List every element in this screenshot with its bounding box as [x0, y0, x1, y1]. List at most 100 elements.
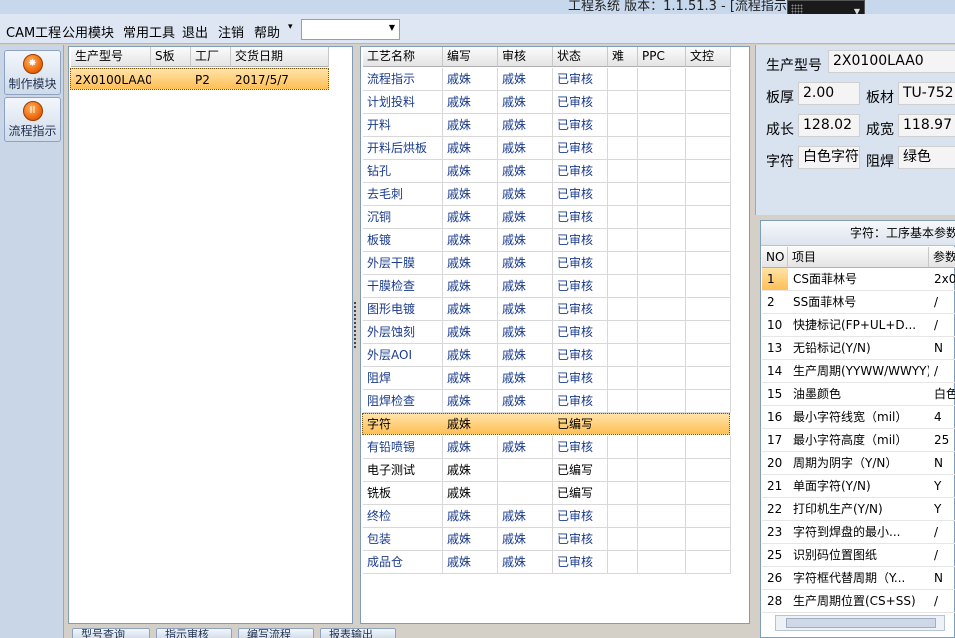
make-module-button[interactable]: ✸ 制作模块: [4, 50, 61, 95]
process-cell[interactable]: 已审核: [553, 206, 608, 229]
param-cell[interactable]: 生产周期(YYWW/WWYY): [788, 360, 929, 383]
param-cell[interactable]: 字符框代替周期（Y...: [788, 567, 929, 590]
col-author[interactable]: 编写: [443, 47, 498, 67]
process-cell[interactable]: 戚姝: [443, 114, 498, 137]
param-row[interactable]: 26: [762, 567, 788, 590]
process-cell[interactable]: [638, 68, 686, 91]
process-cell[interactable]: [608, 298, 638, 321]
process-cell[interactable]: [638, 114, 686, 137]
process-cell[interactable]: [686, 459, 731, 482]
process-cell[interactable]: [638, 436, 686, 459]
param-cell[interactable]: 无铅标记(Y/N): [788, 337, 929, 360]
process-cell[interactable]: [638, 482, 686, 505]
param-cell[interactable]: /: [929, 544, 955, 567]
param-cell[interactable]: Y: [929, 475, 955, 498]
process-cell[interactable]: [608, 229, 638, 252]
process-row[interactable]: 外层蚀刻: [363, 321, 443, 344]
process-cell[interactable]: [638, 459, 686, 482]
param-cell[interactable]: /: [929, 590, 955, 613]
col-s[interactable]: S板: [151, 47, 191, 67]
param-row[interactable]: 25: [762, 544, 788, 567]
mask-field[interactable]: 绿色: [898, 146, 955, 169]
process-cell[interactable]: 已审核: [553, 252, 608, 275]
instruction-review-button[interactable]: 指示审核: [156, 628, 232, 638]
process-cell[interactable]: 已审核: [553, 160, 608, 183]
param-row[interactable]: 23: [762, 521, 788, 544]
process-cell[interactable]: 已审核: [553, 528, 608, 551]
process-cell[interactable]: [608, 436, 638, 459]
process-cell[interactable]: 戚姝: [443, 551, 498, 574]
col-model[interactable]: 生产型号: [71, 47, 151, 67]
process-cell[interactable]: 戚姝: [498, 91, 553, 114]
process-row[interactable]: 有铅喷锡: [363, 436, 443, 459]
process-cell[interactable]: 戚姝: [498, 183, 553, 206]
menu-common-module[interactable]: 公用模块: [62, 22, 114, 41]
process-cell[interactable]: [638, 413, 686, 436]
process-cell[interactable]: [498, 459, 553, 482]
material-field[interactable]: TU-752: [898, 82, 955, 105]
param-cell[interactable]: 识别码位置图纸: [788, 544, 929, 567]
process-cell[interactable]: 已审核: [553, 505, 608, 528]
process-cell[interactable]: [686, 436, 731, 459]
process-cell[interactable]: 戚姝: [443, 206, 498, 229]
process-cell[interactable]: 戚姝: [498, 390, 553, 413]
process-cell[interactable]: [608, 68, 638, 91]
process-cell[interactable]: 已审核: [553, 298, 608, 321]
param-cell[interactable]: /: [929, 314, 955, 337]
process-row[interactable]: 包装: [363, 528, 443, 551]
process-cell[interactable]: 戚姝: [443, 229, 498, 252]
process-cell[interactable]: [686, 252, 731, 275]
process-cell[interactable]: 已审核: [553, 183, 608, 206]
param-row[interactable]: 17: [762, 429, 788, 452]
col-process-name[interactable]: 工艺名称: [363, 47, 443, 67]
table-row[interactable]: 2X0100LAA0 P2 2017/5/7: [70, 68, 329, 90]
process-cell[interactable]: [638, 528, 686, 551]
process-cell[interactable]: 戚姝: [498, 275, 553, 298]
menu-overflow-icon[interactable]: ▾: [288, 22, 293, 32]
process-cell[interactable]: [498, 413, 553, 436]
process-cell[interactable]: 戚姝: [443, 183, 498, 206]
process-cell[interactable]: 已审核: [553, 551, 608, 574]
process-row[interactable]: 阻焊: [363, 367, 443, 390]
col-doc-control[interactable]: 文控: [686, 47, 731, 67]
process-row[interactable]: 字符: [363, 413, 443, 436]
report-output-button[interactable]: 报表输出: [320, 628, 396, 638]
param-cell[interactable]: 油墨颜色: [788, 383, 929, 406]
process-instruction-button[interactable]: II 流程指示: [4, 97, 61, 142]
col-ppc[interactable]: PPC: [638, 47, 686, 67]
process-cell[interactable]: [608, 206, 638, 229]
process-cell[interactable]: [638, 160, 686, 183]
process-cell[interactable]: [608, 114, 638, 137]
process-cell[interactable]: 戚姝: [498, 114, 553, 137]
param-cell[interactable]: N: [929, 567, 955, 590]
process-cell[interactable]: 戚姝: [443, 528, 498, 551]
process-cell[interactable]: 已编写: [553, 459, 608, 482]
process-cell[interactable]: [686, 114, 731, 137]
process-cell[interactable]: [686, 505, 731, 528]
process-cell[interactable]: [686, 68, 731, 91]
param-row[interactable]: 21: [762, 475, 788, 498]
process-cell[interactable]: 已编写: [553, 482, 608, 505]
process-cell[interactable]: 已审核: [553, 114, 608, 137]
process-cell[interactable]: 已审核: [553, 344, 608, 367]
process-cell[interactable]: [638, 206, 686, 229]
process-row[interactable]: 图形电镀: [363, 298, 443, 321]
process-cell[interactable]: 已审核: [553, 390, 608, 413]
window-control-box[interactable]: ▼: [787, 0, 865, 14]
process-row[interactable]: 干膜检查: [363, 275, 443, 298]
process-row[interactable]: 沉铜: [363, 206, 443, 229]
param-cell[interactable]: 最小字符线宽（mil）: [788, 406, 929, 429]
menu-exit[interactable]: 退出: [182, 22, 208, 41]
process-cell[interactable]: [638, 551, 686, 574]
process-row[interactable]: 去毛刺: [363, 183, 443, 206]
process-cell[interactable]: 戚姝: [498, 298, 553, 321]
process-cell[interactable]: 已审核: [553, 229, 608, 252]
process-cell[interactable]: 戚姝: [443, 344, 498, 367]
col-date[interactable]: 交货日期: [231, 47, 329, 67]
horizontal-scrollbar[interactable]: [775, 615, 945, 631]
process-cell[interactable]: 已审核: [553, 436, 608, 459]
process-cell[interactable]: 已审核: [553, 275, 608, 298]
param-cell[interactable]: 快捷标记(FP+UL+D...: [788, 314, 929, 337]
process-cell[interactable]: [686, 413, 731, 436]
menu-combo-box[interactable]: ▼: [301, 19, 400, 40]
